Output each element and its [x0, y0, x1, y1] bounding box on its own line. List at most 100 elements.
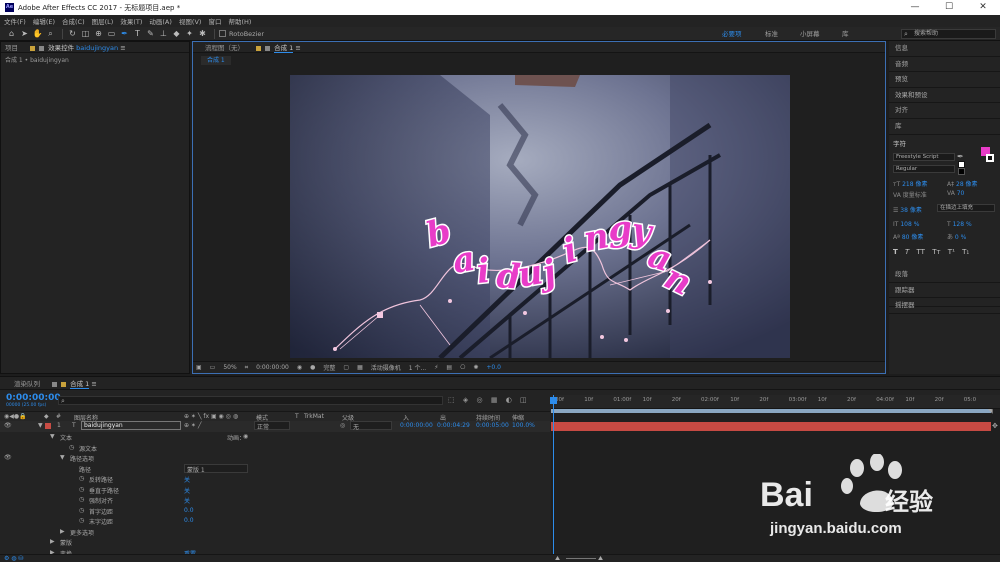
fast-preview-icon[interactable]: ⚡ [434, 364, 438, 371]
twirl-down-icon[interactable]: ▼ [50, 433, 55, 440]
layer-duration[interactable]: 0:00:05:00 [476, 422, 509, 429]
resolution-select[interactable]: 完整 [323, 363, 335, 372]
work-area-end-icon[interactable]: ◥ [988, 408, 993, 415]
stopwatch-icon[interactable]: ◷ [79, 486, 84, 493]
vertical-scale-value[interactable]: 108 % [900, 221, 919, 228]
brush-tool-icon[interactable]: ✎ [145, 28, 156, 39]
transparency-grid-icon[interactable]: ▦ [357, 364, 363, 371]
rectangle-tool-icon[interactable]: ▭ [106, 28, 117, 39]
timecode-display[interactable]: 0:00:00:00 [256, 364, 289, 371]
tab-project[interactable]: 项目 [5, 42, 18, 52]
stroke-mode-select[interactable]: 在描边上填充 [937, 204, 995, 212]
twirl-down-icon[interactable]: ▼ [38, 422, 43, 429]
prop-last-margin[interactable]: ◷ 末字边距 0.0 [0, 516, 550, 527]
layer-switches[interactable]: ⊕ ✶ ╱ [184, 422, 201, 429]
exposure-reset-icon[interactable]: ✺ [473, 364, 478, 371]
prop-path-options[interactable]: 👁 ▼ 路径选项 [0, 453, 550, 464]
layer-stretch[interactable]: 100.0% [512, 422, 535, 429]
horizontal-scale-value[interactable]: 128 % [953, 221, 972, 228]
panel-info[interactable]: 信息 [889, 41, 1000, 57]
panel-libraries[interactable]: 库 [889, 119, 1000, 135]
eraser-tool-icon[interactable]: ◆ [171, 28, 182, 39]
pick-whip-icon[interactable]: ◎ [340, 422, 345, 429]
exposure-value[interactable]: +0.0 [486, 364, 501, 371]
kerning-value[interactable]: 度量标准 [903, 192, 927, 199]
zoom-in-icon[interactable]: ⛰ [598, 555, 603, 562]
stopwatch-icon[interactable]: ◷ [79, 517, 84, 524]
color-channel-icon[interactable]: ● [310, 364, 315, 371]
fit-icon[interactable]: ⌗ [245, 364, 248, 372]
puppet-pin-tool-icon[interactable]: ✱ [197, 28, 208, 39]
zoom-out-icon[interactable]: ⛰ [555, 555, 560, 562]
tracking-value[interactable]: 70 [957, 190, 965, 197]
tab-timeline-comp[interactable]: 合成 1 ≡ [50, 378, 97, 389]
stopwatch-icon[interactable]: ◷ [79, 496, 84, 503]
region-of-interest-icon[interactable]: ▢ [343, 364, 349, 371]
zoom-tool-icon[interactable]: ⌕ [45, 28, 56, 39]
layer-out-point[interactable]: 0:00:04:29 [437, 422, 470, 429]
perpendicular-value[interactable]: 关 [184, 486, 190, 495]
menu-animation[interactable]: 动画(A) [149, 16, 172, 26]
prop-first-margin[interactable]: ◷ 首字边距 0.0 [0, 506, 550, 517]
tab-render-queue[interactable]: 渲染队列 [14, 378, 40, 388]
workspace-small-screen[interactable]: 小屏幕 [800, 27, 820, 41]
baseline-shift-value[interactable]: 80 像素 [902, 234, 924, 241]
prop-more-options[interactable]: ▶ 更多选项 [0, 527, 550, 538]
graph-editor-icon[interactable]: ◫ [520, 396, 527, 404]
monitor-icon[interactable]: ▭ [210, 364, 216, 371]
draft-3d-icon[interactable]: ◈ [463, 396, 468, 404]
panel-menu-icon[interactable]: ≡ [120, 44, 125, 52]
time-indicator-head[interactable] [550, 397, 557, 404]
maximize-button[interactable]: ☐ [932, 0, 966, 15]
help-search-input[interactable]: ⌕ 搜索帮助 [901, 29, 996, 39]
subscript-button[interactable]: T₁ [962, 248, 969, 256]
home-icon[interactable]: ⌂ [6, 28, 17, 39]
rotate-tool-icon[interactable]: ↻ [67, 28, 78, 39]
layer-duration-bar[interactable] [551, 422, 991, 431]
faux-bold-button[interactable]: T [893, 248, 898, 256]
layer-parent-select[interactable]: 无 [350, 421, 392, 431]
font-style-select[interactable]: Regular [893, 165, 955, 173]
menu-edit[interactable]: 编辑(E) [33, 16, 55, 26]
flowchart-icon[interactable]: ⎔ [460, 364, 465, 371]
always-preview-icon[interactable]: ▣ [196, 364, 202, 371]
close-button[interactable]: ✕ [966, 0, 1000, 15]
font-size-value[interactable]: 218 像素 [902, 181, 927, 188]
prop-source-text[interactable]: ◷ 源文本 [0, 443, 550, 454]
tab-composition[interactable]: 合成 1 ≡ [254, 42, 301, 53]
prop-force-align[interactable]: ◷ 强制对齐 关 [0, 495, 550, 506]
zoom-slider[interactable] [566, 558, 596, 559]
tab-flowchart[interactable]: 流程图（无） [205, 42, 244, 52]
small-caps-button[interactable]: Tт [932, 248, 940, 256]
work-area-bar[interactable] [551, 409, 991, 413]
workspace-essentials[interactable]: 必要项 [722, 27, 742, 41]
camera-select[interactable]: 活动摄像机 [371, 363, 401, 372]
zoom-select[interactable]: 50% [223, 364, 236, 371]
path-mask-select[interactable]: 蒙版 1 [184, 463, 248, 474]
stopwatch-icon[interactable]: ◷ [79, 475, 84, 482]
animate-add-icon[interactable]: ◉ [243, 433, 248, 440]
menu-layer[interactable]: 图层(L) [92, 16, 114, 26]
comp-mini-flowchart-icon[interactable]: ⬚ [448, 396, 455, 404]
rotobezier-checkbox[interactable] [219, 30, 226, 37]
layer-in-point[interactable]: 0:00:00:00 [400, 422, 433, 429]
force-align-value[interactable]: 关 [184, 496, 190, 505]
reverse-path-value[interactable]: 关 [184, 475, 190, 484]
clone-stamp-tool-icon[interactable]: ⊥ [158, 28, 169, 39]
motion-blur-icon[interactable]: ◐ [506, 396, 512, 404]
panel-tracker[interactable]: 跟踪器 [889, 283, 1000, 299]
shy-layers-icon[interactable]: ◎ [476, 396, 482, 404]
layer-search-input[interactable]: ⌕ [58, 396, 443, 405]
panel-menu-icon[interactable]: ≡ [295, 44, 300, 52]
menu-file[interactable]: 文件(F) [4, 16, 26, 26]
swatch-white[interactable] [958, 161, 965, 168]
frame-blending-icon[interactable]: ▦ [491, 396, 498, 404]
workspace-libraries[interactable]: 库 [842, 27, 849, 41]
stopwatch-icon[interactable]: ◷ [69, 444, 74, 451]
menu-window[interactable]: 窗口 [208, 16, 221, 26]
pan-behind-tool-icon[interactable]: ⊕ [93, 28, 104, 39]
panel-align[interactable]: 对齐 [889, 103, 1000, 119]
leading-value[interactable]: 28 像素 [956, 181, 978, 188]
video-eye-icon[interactable]: 👁 [4, 454, 12, 461]
all-caps-button[interactable]: TT [917, 248, 925, 256]
